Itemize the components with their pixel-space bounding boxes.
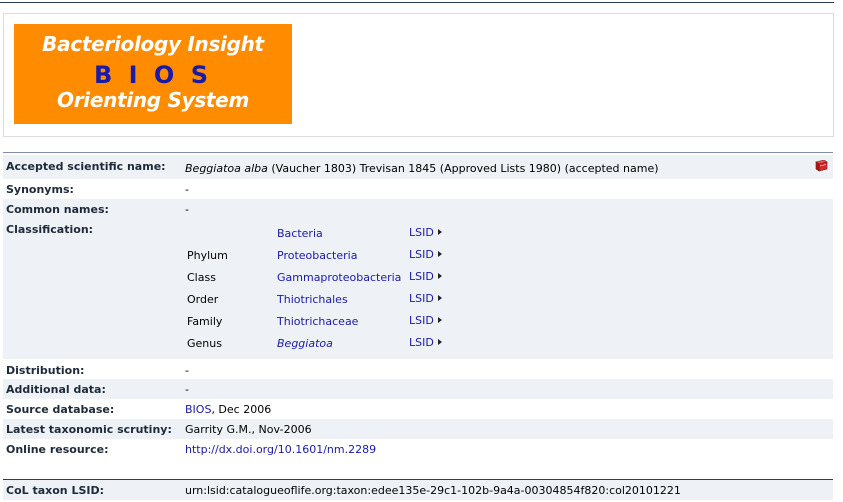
lsid-label: LSID	[409, 226, 434, 239]
arrow-right-icon	[437, 295, 442, 301]
row-common-names: Common names: -	[3, 199, 833, 219]
synonyms-label: Synonyms:	[6, 183, 74, 196]
arrow-right-icon	[437, 251, 442, 257]
additional-data-value: -	[185, 383, 189, 396]
arrow-right-icon	[437, 229, 442, 235]
arrow-right-icon	[437, 339, 442, 345]
accepted-name-label: Accepted scientific name:	[6, 160, 166, 173]
arrow-right-icon	[437, 317, 442, 323]
row-source-database: Source database: BIOS, Dec 2006	[3, 399, 833, 419]
source-database-date: , Dec 2006	[211, 403, 272, 416]
source-database-value: BIOS, Dec 2006	[185, 403, 271, 416]
lsid-label: LSID	[409, 292, 434, 305]
taxonomic-scrutiny-value: Garrity G.M., Nov-2006	[185, 423, 312, 436]
taxon-link-kingdom[interactable]: Bacteria	[277, 227, 323, 240]
lsid-label: LSID	[409, 336, 434, 349]
online-resource-link[interactable]: http://dx.doi.org/10.1601/nm.2289	[185, 443, 376, 456]
accepted-binomial: Beggiatoa alba	[185, 162, 268, 175]
accepted-name-value: Beggiatoa alba (Vaucher 1803) Trevisan 1…	[185, 162, 659, 175]
source-database-label: Source database:	[6, 403, 115, 416]
online-resource-label: Online resource:	[6, 443, 109, 456]
taxon-link-phylum[interactable]: Proteobacteria	[277, 249, 357, 262]
arrow-right-icon	[437, 273, 442, 279]
synonyms-value: -	[185, 183, 189, 196]
taxon-link-order[interactable]: Thiotrichales	[277, 293, 348, 306]
classification-rank: Genus	[187, 337, 222, 350]
distribution-label: Distribution:	[6, 364, 85, 377]
row-taxonomic-scrutiny: Latest taxonomic scrutiny: Garrity G.M.,…	[3, 419, 833, 439]
classification-rank: Order	[187, 293, 219, 306]
accepted-authority: (Vaucher 1803) Trevisan 1845 (Approved L…	[267, 162, 659, 175]
classification-rank: Phylum	[187, 249, 228, 262]
taxon-link-genus[interactable]: Beggiatoa	[277, 337, 333, 350]
lsid-label: LSID	[409, 270, 434, 283]
logo-line-3: Orienting System	[57, 88, 249, 112]
lsid-label: LSID	[409, 248, 434, 261]
row-distribution: Distribution: -	[3, 359, 833, 379]
species-details: Accepted scientific name: Beggiatoa alba…	[3, 152, 833, 456]
lsid-link-family[interactable]: LSID	[409, 314, 442, 327]
lsid-link-class[interactable]: LSID	[409, 270, 442, 283]
bios-logo[interactable]: Bacteriology Insight B I O S Orienting S…	[14, 24, 292, 124]
taxon-link-class[interactable]: Gammaproteobacteria	[277, 271, 401, 284]
classification-rank: Family	[187, 315, 223, 328]
top-rule	[0, 2, 834, 3]
lsid-link-kingdom[interactable]: LSID	[409, 226, 442, 239]
common-names-label: Common names:	[6, 203, 109, 216]
lsid-link-phylum[interactable]: LSID	[409, 248, 442, 261]
lsid-link-genus[interactable]: LSID	[409, 336, 442, 349]
lsid-link-order[interactable]: LSID	[409, 292, 442, 305]
row-online-resource: Online resource: http://dx.doi.org/10.16…	[3, 439, 833, 479]
row-accepted-name: Accepted scientific name: Beggiatoa alba…	[3, 155, 833, 179]
book-icon[interactable]	[814, 160, 828, 172]
distribution-value: -	[185, 364, 189, 377]
classification-rank: Class	[187, 271, 216, 284]
lsid-label: LSID	[409, 314, 434, 327]
taxonomic-scrutiny-label: Latest taxonomic scrutiny:	[6, 423, 172, 436]
additional-data-label: Additional data:	[6, 383, 106, 396]
taxon-link-family[interactable]: Thiotrichaceae	[277, 315, 358, 328]
col-taxon-lsid-value: urn:lsid:catalogueoflife.org:taxon:edee1…	[185, 484, 681, 497]
row-classification: Classification: Bacteria LSID Phylum Pro…	[3, 219, 833, 359]
banner: Bacteriology Insight B I O S Orienting S…	[3, 13, 834, 137]
logo-line-2: B I O S	[94, 61, 212, 89]
logo-line-1: Bacteriology Insight	[42, 32, 264, 56]
row-col-taxon-lsid: CoL taxon LSID: urn:lsid:catalogueoflife…	[3, 479, 833, 500]
classification-label: Classification:	[6, 223, 94, 236]
row-additional-data: Additional data: -	[3, 379, 833, 399]
col-taxon-lsid-label: CoL taxon LSID:	[6, 484, 105, 497]
source-database-link[interactable]: BIOS	[185, 403, 211, 416]
common-names-value: -	[185, 203, 189, 216]
row-synonyms: Synonyms: -	[3, 179, 833, 199]
